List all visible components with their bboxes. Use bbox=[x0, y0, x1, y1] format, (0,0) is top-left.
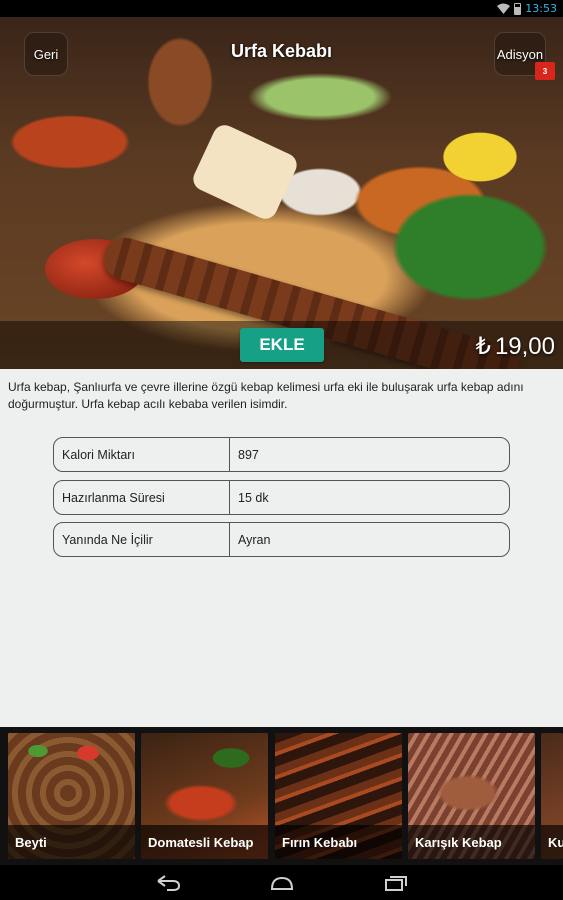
lira-icon: ₺ bbox=[475, 333, 491, 360]
detail-row-drink: Yanında Ne İçilir Ayran bbox=[53, 522, 510, 557]
product-description: Urfa kebap, Şanlıurfa ve çevre illerine … bbox=[8, 380, 524, 411]
product-price: ₺ 19,00 bbox=[476, 332, 555, 361]
dish-card-label: Beyti bbox=[8, 825, 135, 859]
dish-card-label: Ku bbox=[541, 825, 563, 859]
dish-card-partial[interactable]: Ku bbox=[541, 733, 563, 859]
dish-card-beyti[interactable]: Beyti bbox=[8, 733, 135, 859]
status-bar: 13:53 bbox=[0, 0, 563, 17]
home-nav-icon[interactable] bbox=[269, 874, 295, 892]
dish-card-label: Domatesli Kebap bbox=[141, 825, 268, 859]
dish-card-domatesli-kebap[interactable]: Domatesli Kebap bbox=[141, 733, 268, 859]
dish-card-firin-kebabi[interactable]: Fırın Kebabı bbox=[275, 733, 402, 859]
detail-label: Kalori Miktarı bbox=[54, 438, 230, 471]
detail-value: 15 dk bbox=[238, 490, 269, 505]
detail-value: 897 bbox=[238, 447, 259, 462]
battery-icon bbox=[514, 2, 522, 15]
hero-food-image bbox=[0, 17, 563, 369]
price-value: 19,00 bbox=[494, 332, 555, 360]
dish-card-label: Fırın Kebabı bbox=[275, 825, 402, 859]
dish-card-label: Karışık Kebap bbox=[408, 825, 535, 859]
system-nav-bar bbox=[0, 865, 563, 900]
product-details-panel: Urfa kebap, Şanlıurfa ve çevre illerine … bbox=[0, 369, 563, 727]
back-nav-icon[interactable] bbox=[155, 874, 181, 892]
related-dishes-carousel[interactable]: Beyti Domatesli Kebap Fırın Kebabı Karış… bbox=[0, 727, 563, 865]
back-button[interactable]: Geri bbox=[24, 32, 68, 76]
add-to-order-button[interactable]: EKLE bbox=[240, 328, 324, 362]
detail-label: Yanında Ne İçilir bbox=[54, 523, 230, 556]
page-title: Urfa Kebabı bbox=[230, 41, 333, 61]
hero-lavash-shape bbox=[189, 121, 301, 223]
dish-card-karisik-kebap[interactable]: Karışık Kebap bbox=[408, 733, 535, 859]
detail-row-prep-time: Hazırlanma Süresi 15 dk bbox=[53, 480, 510, 515]
recents-nav-icon[interactable] bbox=[383, 874, 409, 892]
bill-count-badge: 3 bbox=[535, 62, 555, 80]
detail-row-calories: Kalori Miktarı 897 bbox=[53, 437, 510, 472]
status-icons: 13:53 bbox=[497, 1, 557, 16]
detail-value: Ayran bbox=[238, 532, 271, 547]
status-clock: 13:53 bbox=[525, 2, 557, 15]
wifi-icon bbox=[497, 3, 511, 14]
detail-label: Hazırlanma Süresi bbox=[54, 481, 230, 514]
